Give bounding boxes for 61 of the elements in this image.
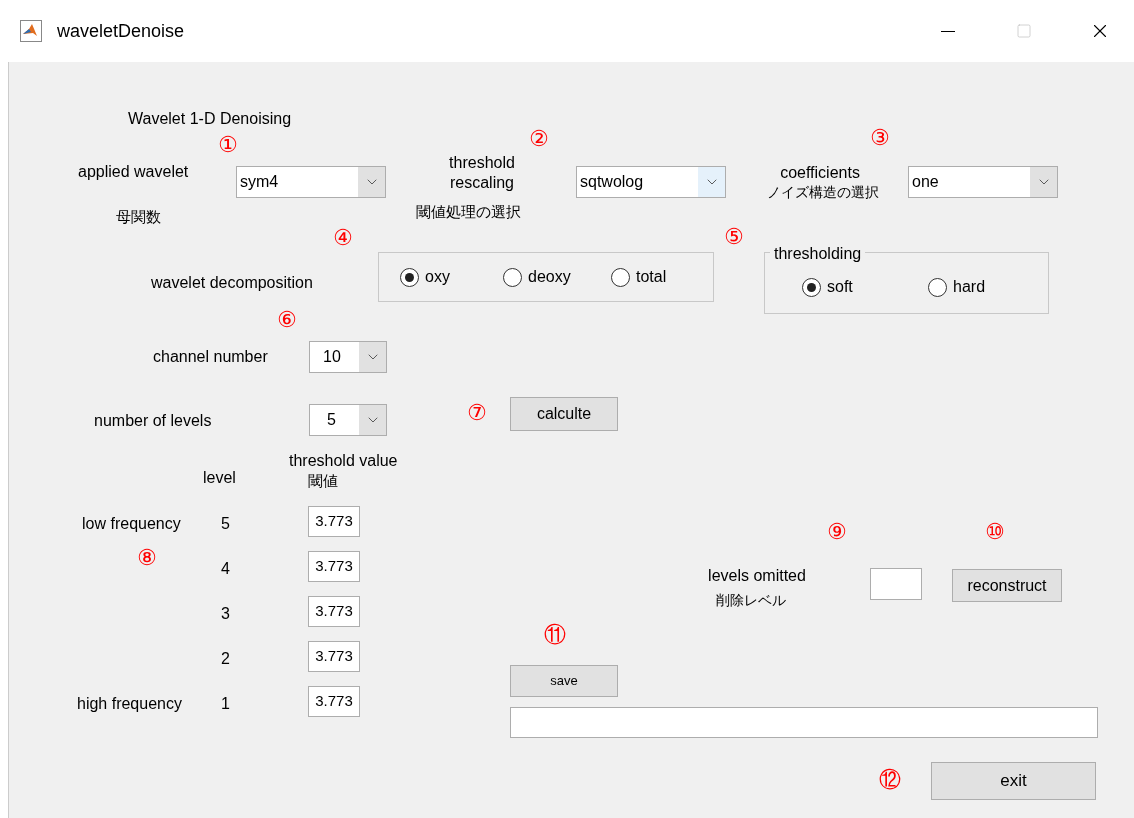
- channel-label: channel number: [153, 347, 268, 367]
- levels-label: number of levels: [94, 411, 212, 431]
- noise-structure-dropdown[interactable]: one: [908, 166, 1058, 198]
- threshold-field[interactable]: 3.773: [308, 641, 360, 672]
- reconstruct-button[interactable]: reconstruct: [952, 569, 1062, 602]
- decomposition-radio[interactable]: total: [611, 265, 667, 289]
- callout-number: ⑦: [467, 401, 487, 425]
- wavelet-label: applied wavelet: [78, 162, 189, 182]
- wavelet-dropdown[interactable]: sym4: [236, 166, 386, 198]
- thresholding-radio[interactable]: hard: [928, 275, 986, 299]
- threshold-field[interactable]: 3.773: [308, 506, 360, 537]
- callout-number: ③: [870, 126, 890, 150]
- threshold-field[interactable]: 3.773: [308, 551, 360, 582]
- decomposition-radio[interactable]: deoxy: [503, 265, 571, 289]
- wavelet-sublabel: 母関数: [116, 207, 161, 227]
- window-title: waveletDenoise: [57, 19, 185, 43]
- noise-structure-sublabel: ノイズ構造の選択: [767, 183, 879, 202]
- threshold-rule-sublabel: 閾値処理の選択: [416, 202, 521, 222]
- levels-dropdown[interactable]: 5: [309, 404, 387, 436]
- callout-number: ⑫: [879, 768, 901, 792]
- level-number: 3: [221, 604, 230, 624]
- threshold-rule-dropdown[interactable]: sqtwolog: [576, 166, 726, 198]
- threshold-field[interactable]: 3.773: [308, 686, 360, 717]
- chevron-down-icon: [359, 342, 386, 372]
- output-field[interactable]: [510, 707, 1098, 738]
- chevron-down-icon: [359, 405, 386, 435]
- maximize-icon: [1016, 23, 1032, 39]
- noise-structure-label: coefficients: [779, 163, 861, 183]
- band-label: low frequency: [82, 514, 181, 534]
- threshold-subheader: 閾値: [308, 471, 338, 491]
- threshold-header: threshold value: [289, 451, 398, 471]
- decomposition-label: wavelet decomposition: [151, 273, 313, 293]
- callout-number: ⑪: [544, 623, 566, 647]
- omit-field[interactable]: [870, 568, 922, 600]
- level-number: 5: [221, 514, 230, 534]
- channel-dropdown[interactable]: 10: [309, 341, 387, 373]
- exit-button[interactable]: exit: [931, 762, 1096, 800]
- level-header: level: [203, 468, 236, 488]
- callout-number: ①: [218, 133, 238, 157]
- callout-number: ④: [333, 226, 353, 250]
- heading: Wavelet 1-D Denoising: [128, 109, 292, 129]
- callout-number: ⑥: [277, 308, 297, 332]
- callout-number: ⑤: [724, 225, 744, 249]
- threshold-field[interactable]: 3.773: [308, 596, 360, 627]
- thresholding-radio[interactable]: soft: [802, 275, 853, 299]
- callout-number: ⑨: [827, 520, 847, 544]
- band-label: high frequency: [77, 694, 182, 714]
- callout-number: ⑧: [137, 546, 157, 570]
- omit-label: levels omitted: [707, 566, 807, 586]
- level-number: 1: [221, 694, 230, 714]
- callout-number: ⑩: [985, 520, 1005, 544]
- app-logo-icon: [20, 20, 42, 42]
- callout-number: ②: [529, 127, 549, 151]
- decomposition-radio[interactable]: oxy: [400, 265, 450, 289]
- save-button[interactable]: save: [510, 665, 618, 697]
- level-number: 4: [221, 559, 230, 579]
- minimize-icon: [941, 30, 955, 32]
- omit-sublabel: 削除レベル: [716, 591, 786, 610]
- threshold-rule-label: threshold rescaling: [448, 153, 516, 193]
- level-number: 2: [221, 649, 230, 669]
- calculate-button[interactable]: calculte: [510, 397, 618, 431]
